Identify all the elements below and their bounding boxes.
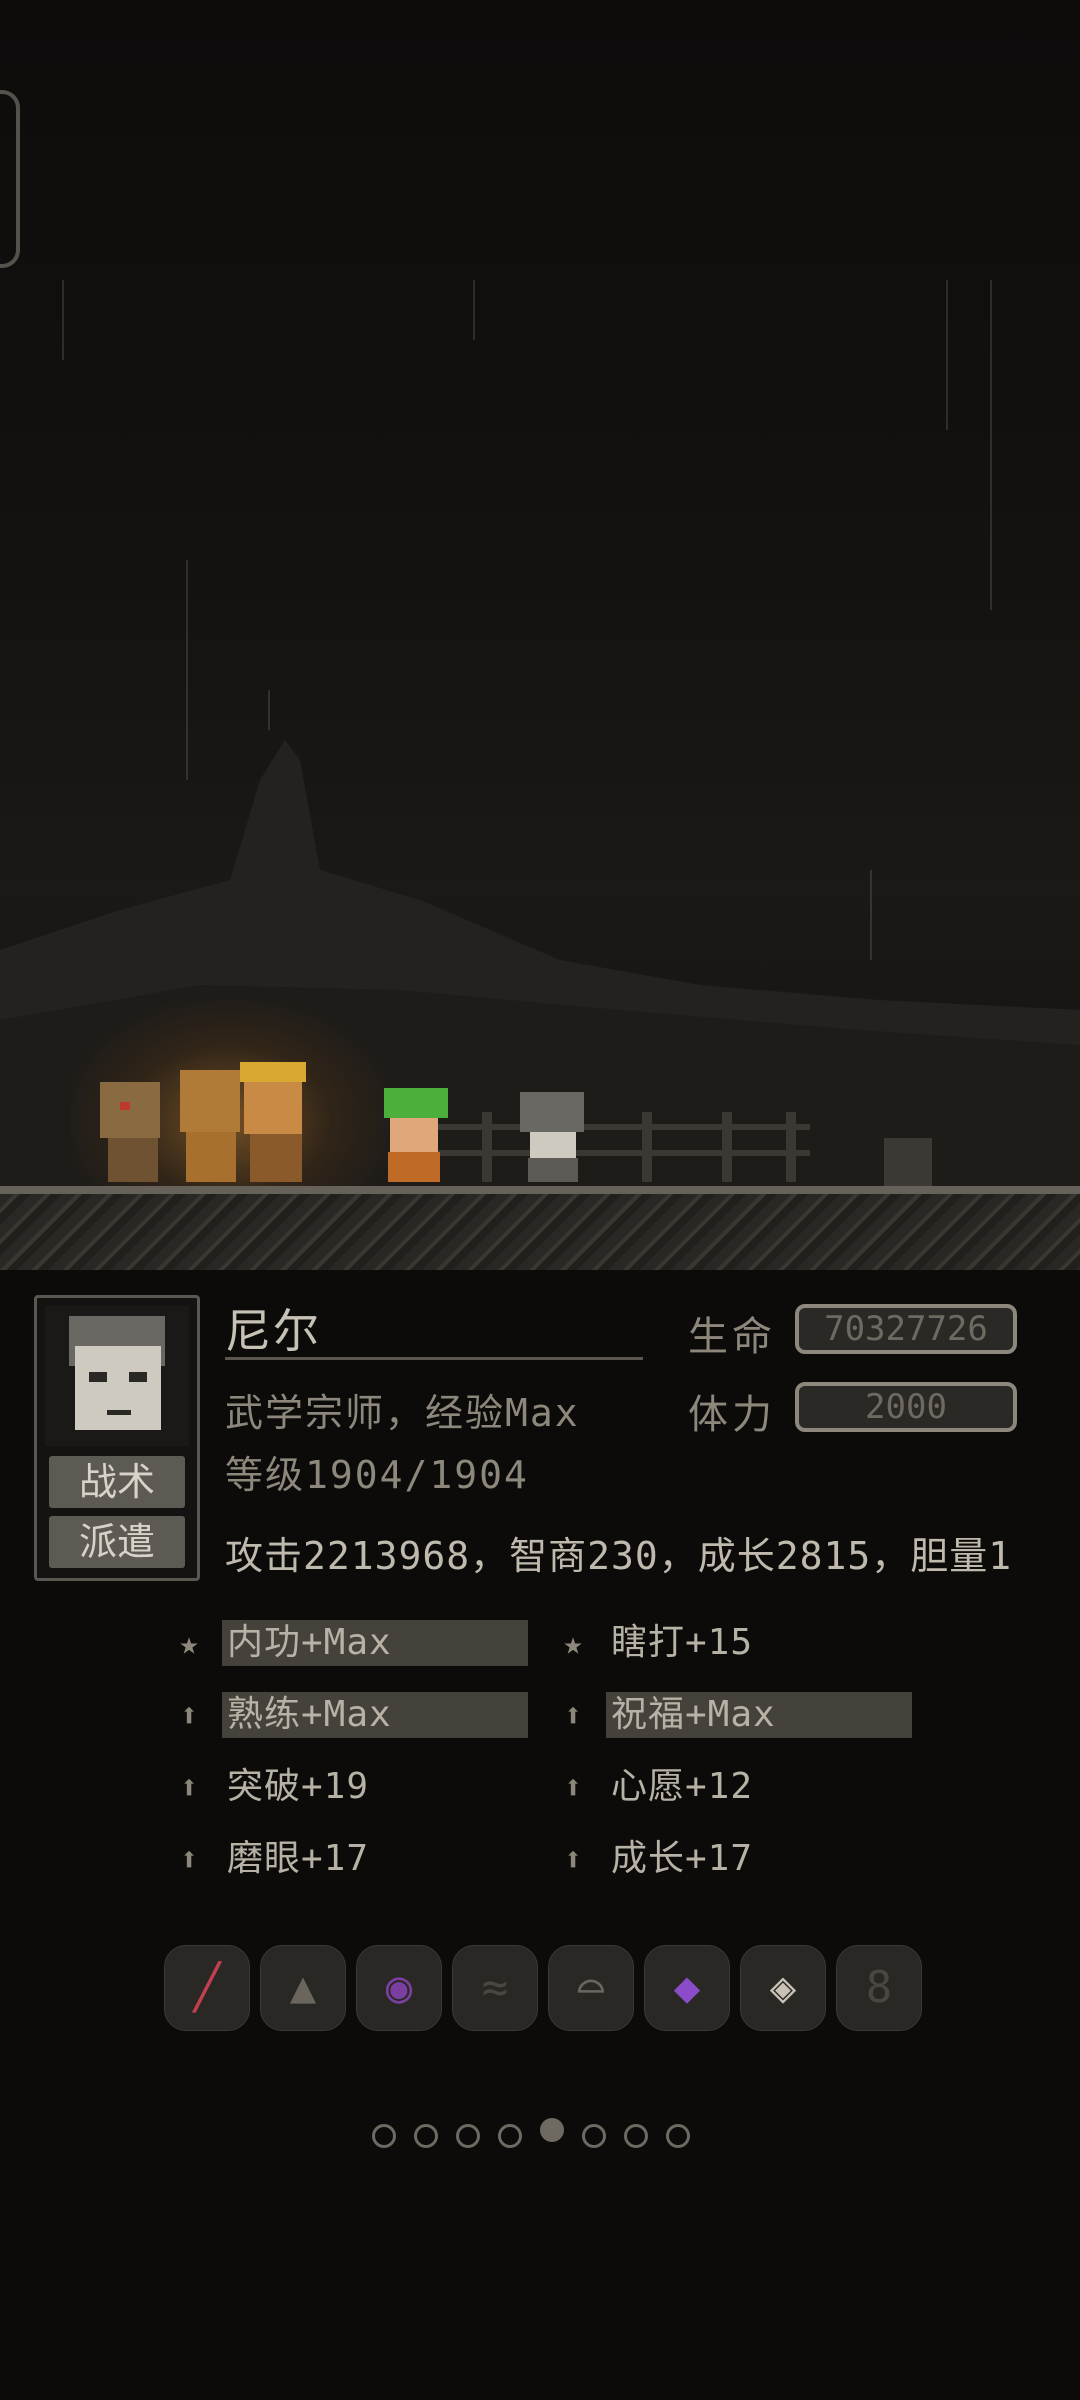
character-portrait[interactable]: 战术 派遣	[34, 1295, 200, 1581]
hp-value: 70327726	[795, 1304, 1017, 1354]
equip-slot-hat[interactable]: ▲	[260, 1945, 346, 2031]
equipment-row: ╱ ▲ ◉ ≈ ⌓ ◆ ◈ 8	[164, 1945, 924, 2031]
party-member-3	[240, 1062, 306, 1182]
arrow-up-icon: ⬆	[179, 1840, 199, 1878]
amulet-icon: ◉	[385, 1962, 413, 2013]
stamina-label: 体力	[688, 1392, 776, 1438]
party-characters[interactable]	[0, 1040, 1080, 1190]
equip-slot-gem[interactable]: ◆	[644, 1945, 730, 2031]
page-dot-active[interactable]	[540, 2118, 564, 2142]
name-divider	[225, 1357, 643, 1360]
cloak-icon: ≈	[481, 1962, 509, 2013]
gem-icon: ◆	[673, 1962, 701, 2013]
page-dot[interactable]	[372, 2124, 396, 2148]
character-attributes: 攻击2213968，智商230，成长2815，胆量1	[225, 1534, 1013, 1578]
ring-icon: ◈	[769, 1962, 797, 2013]
skill-text: 磨眼+17	[227, 1838, 370, 1879]
page-dot[interactable]	[414, 2124, 438, 2148]
npc-character	[520, 1092, 584, 1182]
jellyfish-icon: ⌓	[577, 1962, 605, 2013]
gourd-icon: 8	[865, 1962, 893, 2013]
dispatch-button[interactable]: 派遣	[49, 1516, 185, 1568]
skill-text: 内功+Max	[227, 1622, 392, 1663]
party-member-1	[100, 1082, 160, 1182]
hat-icon: ▲	[289, 1962, 317, 2013]
sword-icon: ╱	[193, 1962, 221, 2013]
page-dot[interactable]	[624, 2124, 648, 2148]
star-icon: ★	[563, 1624, 583, 1662]
page-indicator	[372, 2118, 712, 2158]
arrow-up-icon: ⬆	[563, 1696, 583, 1734]
skill-text: 瞎打+15	[611, 1622, 754, 1663]
character-title: 武学宗师，经验Max	[225, 1391, 580, 1435]
skill-text: 祝福+Max	[611, 1694, 776, 1735]
skill-text: 心愿+12	[611, 1766, 754, 1807]
portrait-face	[45, 1306, 189, 1446]
tactics-button[interactable]: 战术	[49, 1456, 185, 1508]
stamina-value: 2000	[795, 1382, 1017, 1432]
party-member-2	[180, 1070, 240, 1182]
equip-slot-gourd[interactable]: 8	[836, 1945, 922, 2031]
page-dot[interactable]	[666, 2124, 690, 2148]
star-icon: ★	[179, 1624, 199, 1662]
character-name: 尼尔	[225, 1304, 321, 1358]
page-dot[interactable]	[456, 2124, 480, 2148]
hp-label: 生命	[688, 1314, 776, 1360]
arrow-up-icon: ⬆	[563, 1768, 583, 1806]
arrow-up-icon: ⬆	[179, 1768, 199, 1806]
equip-slot-ring[interactable]: ◈	[740, 1945, 826, 2031]
skill-text: 熟练+Max	[227, 1694, 392, 1735]
equip-slot-jellyfish[interactable]: ⌓	[548, 1945, 634, 2031]
equip-slot-amulet[interactable]: ◉	[356, 1945, 442, 2031]
skill-text: 突破+19	[227, 1766, 370, 1807]
arrow-up-icon: ⬆	[563, 1840, 583, 1878]
cobblestone-ground	[0, 1186, 1080, 1270]
equip-slot-cloak[interactable]: ≈	[452, 1945, 538, 2031]
page-dot[interactable]	[498, 2124, 522, 2148]
skill-text: 成长+17	[611, 1838, 754, 1879]
game-scene	[0, 0, 1080, 1270]
equip-slot-sword[interactable]: ╱	[164, 1945, 250, 2031]
arrow-up-icon: ⬆	[179, 1696, 199, 1734]
page-dot[interactable]	[582, 2124, 606, 2148]
player-character	[384, 1088, 448, 1182]
character-level: 等级1904/1904	[225, 1453, 529, 1497]
